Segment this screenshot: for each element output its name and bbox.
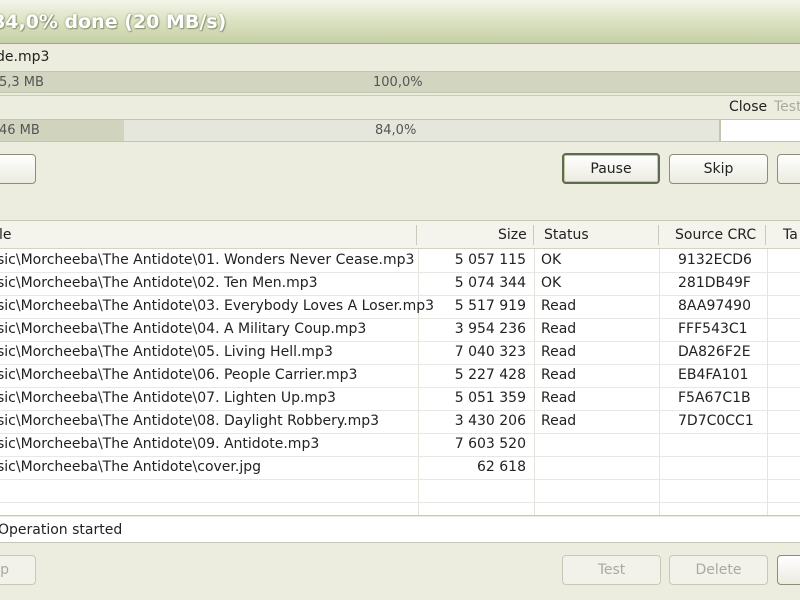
table-row[interactable]: sic\Morcheeba\The Antidote\02. Ten Men.m… xyxy=(0,272,800,296)
status-cell: Read xyxy=(541,367,577,383)
table-row[interactable]: sic\Morcheeba\The Antidote\05. Living He… xyxy=(0,341,800,365)
bottom-left-button[interactable]: p xyxy=(0,555,36,585)
current-file-size: 5,3 MB xyxy=(0,74,44,90)
column-header-target[interactable]: Ta xyxy=(783,221,798,249)
size-cell: 5 057 115 xyxy=(454,252,526,268)
table-row[interactable]: sic\Morcheeba\The Antidote\08. Daylight … xyxy=(0,410,800,434)
current-file-name: de.mp3 xyxy=(0,49,50,65)
status-box: Operation started xyxy=(0,517,800,543)
current-file-percent: 100,0% xyxy=(373,74,423,90)
status-cell: Read xyxy=(541,344,577,360)
file-cell: sic\Morcheeba\The Antidote\cover.jpg xyxy=(0,459,262,475)
table-row[interactable]: sic\Morcheeba\The Antidote\06. People Ca… xyxy=(0,364,800,388)
total-percent: 84,0% xyxy=(375,123,417,138)
file-cell: sic\Morcheeba\The Antidote\09. Antidote.… xyxy=(0,436,320,452)
status-message: Operation started xyxy=(0,522,123,538)
right-button[interactable] xyxy=(777,154,800,184)
column-header-file[interactable]: le xyxy=(0,221,12,249)
file-cell: sic\Morcheeba\The Antidote\04. A Militar… xyxy=(0,321,367,337)
left-button[interactable] xyxy=(0,154,36,184)
table-row[interactable]: sic\Morcheeba\The Antidote\cover.jpg 62 6… xyxy=(0,456,800,480)
delete-button[interactable]: Delete xyxy=(669,555,768,585)
status-cell: Read xyxy=(541,321,577,337)
skip-button[interactable]: Skip xyxy=(669,154,768,184)
crc-cell: 281DB49F xyxy=(678,275,751,291)
file-cell: sic\Morcheeba\The Antidote\06. People Ca… xyxy=(0,367,358,383)
test-option-label[interactable]: Test xyxy=(774,97,800,117)
status-cell: Read xyxy=(541,298,577,314)
size-cell: 5 227 428 xyxy=(454,367,526,383)
size-cell: 3 954 236 xyxy=(454,321,526,337)
window-title: 84,0% done (20 MB/s) xyxy=(0,11,227,33)
file-cell: sic\Morcheeba\The Antidote\01. Wonders N… xyxy=(0,252,415,268)
size-cell: 62 618 xyxy=(477,459,526,475)
file-cell: sic\Morcheeba\The Antidote\02. Ten Men.m… xyxy=(0,275,318,291)
crc-cell: EB4FA101 xyxy=(678,367,749,383)
file-cell: sic\Morcheeba\The Antidote\07. Lighten U… xyxy=(0,390,336,406)
crc-cell: 7D7C0CC1 xyxy=(678,413,754,429)
table-row[interactable]: sic\Morcheeba\The Antidote\01. Wonders N… xyxy=(0,249,800,273)
table-row[interactable]: sic\Morcheeba\The Antidote\03. Everybody… xyxy=(0,295,800,319)
total-progress-bar: 46 MB 84,0% xyxy=(0,119,720,142)
close-option-label[interactable]: Close xyxy=(729,97,767,117)
status-cell: Read xyxy=(541,390,577,406)
size-cell: 7 603 520 xyxy=(454,436,526,452)
pause-button[interactable]: Pause xyxy=(562,153,660,184)
crc-cell: 8AA97490 xyxy=(678,298,751,314)
size-cell: 5 074 344 xyxy=(454,275,526,291)
crc-cell: F5A67C1B xyxy=(678,390,751,406)
current-file-progress-bar: 5,3 MB 100,0% xyxy=(0,71,800,93)
test-button[interactable]: Test xyxy=(562,555,661,585)
file-table[interactable]: le Size Status Source CRC Ta sic\Morchee… xyxy=(0,220,800,516)
empty-row xyxy=(0,479,800,503)
size-cell: 7 040 323 xyxy=(454,344,526,360)
table-row[interactable]: sic\Morcheeba\The Antidote\07. Lighten U… xyxy=(0,387,800,411)
file-cell: sic\Morcheeba\The Antidote\05. Living He… xyxy=(0,344,333,360)
size-cell: 3 430 206 xyxy=(454,413,526,429)
crc-cell: FFF543C1 xyxy=(678,321,748,337)
status-cell: OK xyxy=(541,252,562,268)
table-row[interactable]: sic\Morcheeba\The Antidote\04. A Militar… xyxy=(0,318,800,342)
column-header-size[interactable]: Size xyxy=(498,221,527,249)
total-progress-remaining xyxy=(720,119,800,142)
file-cell: sic\Morcheeba\The Antidote\03. Everybody… xyxy=(0,298,435,314)
total-size: 46 MB xyxy=(0,123,40,138)
column-header-source-crc[interactable]: Source CRC xyxy=(675,221,756,249)
bottom-right-button[interactable] xyxy=(777,555,800,585)
status-cell: Read xyxy=(541,413,577,429)
table-header: le Size Status Source CRC Ta xyxy=(0,221,800,249)
title-bar[interactable]: 84,0% done (20 MB/s) xyxy=(0,0,800,44)
size-cell: 5 517 919 xyxy=(454,298,526,314)
file-cell: sic\Morcheeba\The Antidote\08. Daylight … xyxy=(0,413,380,429)
column-header-status[interactable]: Status xyxy=(544,221,589,249)
table-row[interactable]: sic\Morcheeba\The Antidote\09. Antidote.… xyxy=(0,433,800,457)
separator xyxy=(0,95,800,96)
size-cell: 5 051 359 xyxy=(454,390,526,406)
status-cell: OK xyxy=(541,275,562,291)
crc-cell: 9132ECD6 xyxy=(678,252,752,268)
crc-cell: DA826F2E xyxy=(678,344,751,360)
